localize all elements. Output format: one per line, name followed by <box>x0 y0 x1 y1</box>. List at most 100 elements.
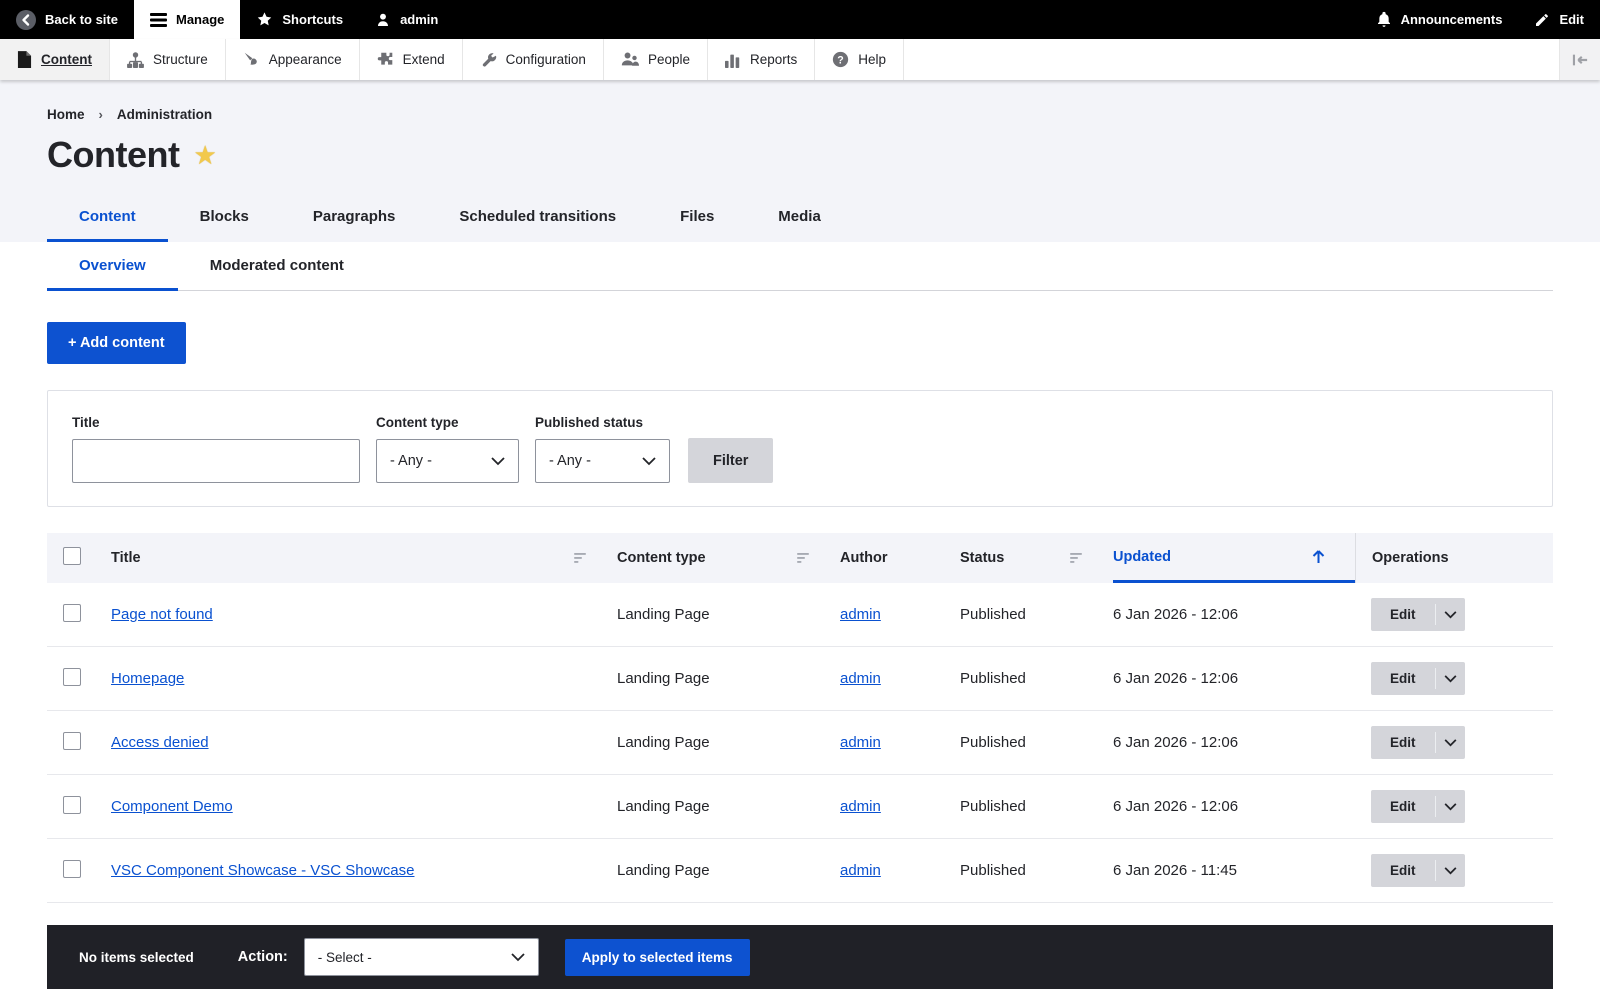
published-status-filter-label: Published status <box>535 415 670 430</box>
content-table-body: Page not found Landing Page admin Publis… <box>47 583 1553 903</box>
menu-item-people[interactable]: People <box>604 39 708 80</box>
menu-item-label: Appearance <box>269 52 342 67</box>
tab-files[interactable]: Files <box>648 196 746 242</box>
operations-dropdown-toggle[interactable] <box>1436 790 1465 823</box>
menu-item-configuration[interactable]: Configuration <box>463 39 604 80</box>
edit-button[interactable]: Edit <box>1371 854 1435 887</box>
breadcrumb-home-link[interactable]: Home <box>47 107 85 122</box>
published-status-select[interactable]: - Any - <box>535 439 670 483</box>
column-header-author: Author <box>840 533 960 583</box>
edit-button[interactable]: Edit <box>1371 662 1435 695</box>
announcements-button[interactable]: Announcements <box>1360 0 1519 39</box>
sort-icon <box>797 553 810 563</box>
add-content-button[interactable]: + Add content <box>47 322 186 364</box>
back-to-site-label: Back to site <box>45 12 118 27</box>
menu-item-content[interactable]: Content <box>0 39 110 80</box>
content-title-link[interactable]: Page not found <box>111 606 213 623</box>
row-checkbox[interactable] <box>63 732 81 750</box>
back-to-site-button[interactable]: Back to site <box>0 0 134 39</box>
operations-dropdown-toggle[interactable] <box>1436 854 1465 887</box>
row-checkbox[interactable] <box>63 668 81 686</box>
edit-button[interactable]: Edit <box>1371 726 1435 759</box>
svg-text:?: ? <box>838 54 844 66</box>
subtab-overview[interactable]: Overview <box>47 242 178 291</box>
table-row: Homepage Landing Page admin Published 6 … <box>47 647 1553 711</box>
content-type-cell: Landing Page <box>617 734 840 751</box>
status-cell: Published <box>960 670 1113 687</box>
content-type-select[interactable]: - Any - <box>376 439 519 483</box>
tab-blocks[interactable]: Blocks <box>168 196 281 242</box>
row-checkbox[interactable] <box>63 860 81 878</box>
page-title: Content <box>47 134 179 176</box>
subtab-moderated-content[interactable]: Moderated content <box>178 242 376 291</box>
operations-dropdown-toggle[interactable] <box>1436 726 1465 759</box>
menu-item-label: Extend <box>403 52 445 67</box>
edit-button[interactable]: Edit <box>1371 598 1435 631</box>
breadcrumb: Home › Administration <box>47 80 1553 122</box>
sort-ascending-arrow-icon <box>1312 549 1325 564</box>
menu-item-label: Reports <box>750 52 797 67</box>
user-menu[interactable]: admin <box>359 0 454 39</box>
admin-menu-bar: Content Structure Appearance Extend Conf… <box>0 39 1600 80</box>
puzzle-icon <box>377 51 394 68</box>
menu-item-help[interactable]: ? Help <box>815 39 904 80</box>
apply-to-selected-button[interactable]: Apply to selected items <box>565 939 750 976</box>
bulk-action-select[interactable]: - Select - <box>304 938 539 976</box>
column-header-status[interactable]: Status <box>960 533 1113 583</box>
shortcuts-label: Shortcuts <box>282 12 343 27</box>
menu-item-appearance[interactable]: Appearance <box>226 39 360 80</box>
hamburger-icon <box>150 13 167 27</box>
column-header-title[interactable]: Title <box>95 533 617 583</box>
select-all-checkbox[interactable] <box>63 547 81 565</box>
sort-icon <box>1070 553 1083 563</box>
content-type-selected-value: - Any - <box>390 453 432 469</box>
published-status-selected-value: - Any - <box>549 453 591 469</box>
status-cell: Published <box>960 734 1113 751</box>
content-type-cell: Landing Page <box>617 606 840 623</box>
operations-split-button: Edit <box>1371 662 1465 695</box>
content-type-cell: Landing Page <box>617 670 840 687</box>
author-link[interactable]: admin <box>840 862 881 879</box>
secondary-tabs: Overview Moderated content <box>47 242 1553 290</box>
content-type-cell: Landing Page <box>617 798 840 815</box>
row-checkbox[interactable] <box>63 796 81 814</box>
tab-media[interactable]: Media <box>746 196 853 242</box>
menu-item-extend[interactable]: Extend <box>360 39 463 80</box>
content-title-link[interactable]: Component Demo <box>111 798 233 815</box>
manage-tab[interactable]: Manage <box>134 0 240 39</box>
author-link[interactable]: admin <box>840 734 881 751</box>
bell-icon <box>1376 11 1392 28</box>
tab-paragraphs[interactable]: Paragraphs <box>281 196 428 242</box>
content-title-link[interactable]: Homepage <box>111 670 184 687</box>
column-header-content-type[interactable]: Content type <box>617 533 840 583</box>
menu-item-reports[interactable]: Reports <box>708 39 815 80</box>
content-title-link[interactable]: Access denied <box>111 734 209 751</box>
menu-item-structure[interactable]: Structure <box>110 39 226 80</box>
content-title-link[interactable]: VSC Component Showcase - VSC Showcase <box>111 862 414 879</box>
operations-dropdown-toggle[interactable] <box>1436 662 1465 695</box>
author-link[interactable]: admin <box>840 670 881 687</box>
column-header-operations: Operations <box>1355 533 1553 583</box>
operations-dropdown-toggle[interactable] <box>1436 598 1465 631</box>
filter-button[interactable]: Filter <box>688 438 773 483</box>
row-checkbox[interactable] <box>63 604 81 622</box>
updated-cell: 6 Jan 2026 - 12:06 <box>1113 606 1355 623</box>
status-cell: Published <box>960 606 1113 623</box>
bookmark-star-icon[interactable]: ★ <box>193 140 216 171</box>
chevron-down-icon <box>1444 739 1457 747</box>
author-link[interactable]: admin <box>840 798 881 815</box>
tab-scheduled-transitions[interactable]: Scheduled transitions <box>427 196 648 242</box>
tab-content[interactable]: Content <box>47 196 168 242</box>
breadcrumb-administration-link[interactable]: Administration <box>117 107 212 122</box>
main-content: Overview Moderated content + Add content… <box>0 242 1600 989</box>
shortcuts-tab[interactable]: Shortcuts <box>240 0 359 39</box>
manage-label: Manage <box>176 12 224 27</box>
title-filter-input[interactable] <box>72 439 360 483</box>
column-header-updated[interactable]: Updated <box>1113 533 1355 583</box>
edit-mode-button[interactable]: Edit <box>1518 0 1600 39</box>
bulk-actions-bar: No items selected Action: - Select - App… <box>47 925 1553 989</box>
status-cell: Published <box>960 862 1113 879</box>
toolbar-orientation-toggle[interactable] <box>1559 39 1600 80</box>
author-link[interactable]: admin <box>840 606 881 623</box>
edit-button[interactable]: Edit <box>1371 790 1435 823</box>
